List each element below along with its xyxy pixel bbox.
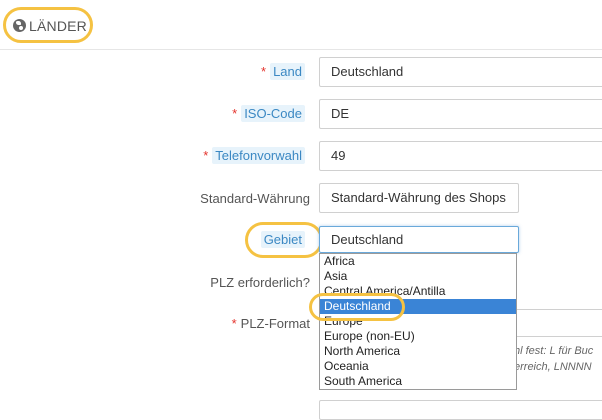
dropdown-option-north-america[interactable]: North America [320,344,516,359]
iso-input[interactable]: DE [319,99,602,129]
zip-format-label: * PLZ-Format [232,316,310,331]
dropdown-option-oceania[interactable]: Oceania [320,359,516,374]
required-marker: * [203,148,209,163]
dropdown-option-asia[interactable]: Asia [320,269,516,284]
iso-label-text: ISO-Code [241,105,305,122]
selected-option-highlight [309,293,405,321]
land-label: * Land [261,63,305,80]
next-field-input[interactable] [319,400,602,420]
zone-value: Deutschland [331,232,404,247]
phone-label-text: Telefonvorwahl [212,147,305,164]
dropdown-option-south-america[interactable]: South America [320,374,516,389]
iso-label: * ISO-Code [232,105,305,122]
zip-format-hint-line2: erreich, LNNNN [514,361,592,373]
land-value: Deutschland [331,64,404,79]
land-label-text: Land [270,63,305,80]
phone-label: * Telefonvorwahl [203,147,305,164]
currency-label: Standard-Währung [200,191,310,206]
zone-select[interactable]: Deutschland [319,226,519,253]
currency-label-text: Standard-Währung [200,191,310,206]
currency-select[interactable]: Standard-Währung des Shops [319,183,519,213]
phone-input[interactable]: 49 [319,141,602,171]
zone-label-highlight [245,222,323,258]
required-marker: * [261,64,267,79]
title-highlight [3,7,93,43]
zip-required-label: PLZ erforderlich? [210,275,310,290]
phone-value: 49 [331,148,346,163]
land-input[interactable]: Deutschland [319,57,602,87]
dropdown-option-europe-non-eu[interactable]: Europe (non-EU) [320,329,516,344]
zone-dropdown-list[interactable]: Africa Asia Central America/Antilla Deut… [319,253,517,390]
currency-value: Standard-Währung des Shops [331,190,506,205]
dropdown-option-africa[interactable]: Africa [320,254,516,269]
zip-required-label-text: PLZ erforderlich? [210,275,310,290]
iso-value: DE [331,106,350,121]
zip-format-hint-line1: hl fest: L für Buc [514,345,594,357]
required-marker: * [231,316,237,331]
required-marker: * [232,106,238,121]
zip-format-label-text: PLZ-Format [240,316,310,331]
